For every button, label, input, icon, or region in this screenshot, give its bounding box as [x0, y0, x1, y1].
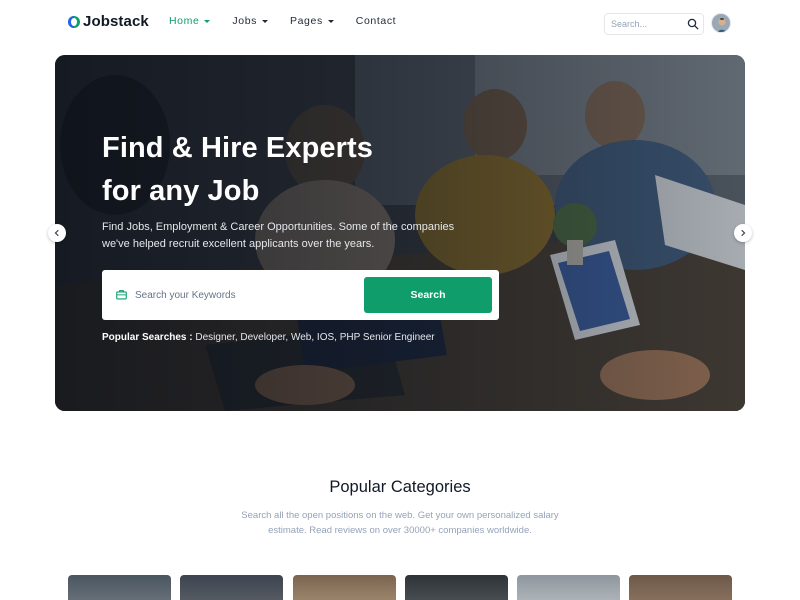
carousel-prev-button[interactable]	[48, 224, 66, 242]
avatar[interactable]	[711, 13, 731, 33]
logo-icon	[68, 15, 80, 28]
hero-title-line2: for any Job	[102, 175, 260, 207]
navbar: Jobstack Home Jobs Pages Contact	[0, 0, 800, 46]
chevron-right-icon	[741, 229, 746, 237]
nav-item-label: Contact	[355, 15, 397, 27]
hero-description: Find Jobs, Employment & Career Opportuni…	[102, 221, 455, 250]
hero-banner: Find & Hire Experts for any Job Find Job…	[55, 55, 745, 411]
search-icon[interactable]	[687, 18, 699, 30]
brand-logo[interactable]: Jobstack	[68, 13, 149, 30]
category-card[interactable]	[629, 575, 732, 600]
chevron-left-icon	[54, 229, 59, 237]
keyword-search-input[interactable]	[135, 284, 355, 306]
header-search	[604, 13, 704, 35]
category-card[interactable]	[405, 575, 508, 600]
chevron-down-icon	[327, 20, 334, 23]
popular-searches: Popular Searches : Designer, Developer, …	[102, 332, 435, 343]
brand-name: Jobstack	[83, 13, 149, 30]
main-nav: Home Jobs Pages Contact	[169, 15, 418, 27]
nav-item-label: Home	[169, 15, 200, 27]
chevron-down-icon	[204, 20, 211, 23]
popular-searches-terms[interactable]: Designer, Developer, Web, IOS, PHP Senio…	[195, 332, 434, 343]
popular-searches-label: Popular Searches :	[102, 332, 193, 343]
nav-item-contact[interactable]: Contact	[356, 15, 396, 27]
nav-item-label: Jobs	[232, 15, 258, 27]
category-card[interactable]	[68, 575, 171, 600]
hero-title: Find & Hire Experts for any Job	[102, 127, 432, 213]
category-card[interactable]	[180, 575, 283, 600]
nav-item-jobs[interactable]: Jobs	[232, 15, 269, 27]
nav-item-label: Pages	[290, 15, 323, 27]
categories-subtitle: Search all the open positions on the web…	[241, 510, 559, 536]
category-card[interactable]	[293, 575, 396, 600]
nav-item-pages[interactable]: Pages	[290, 15, 334, 27]
briefcase-icon	[116, 290, 127, 300]
category-cards	[68, 575, 732, 600]
chevron-down-icon	[262, 20, 269, 23]
nav-item-home[interactable]: Home	[169, 15, 211, 27]
carousel-next-button[interactable]	[734, 224, 752, 242]
header-search-input[interactable]	[605, 14, 683, 34]
hero-search-form: Search	[102, 270, 499, 320]
user-avatar-icon	[712, 14, 730, 32]
hero-title-line1: Find & Hire Experts	[102, 132, 374, 164]
categories-title: Popular Categories	[329, 478, 471, 496]
category-card[interactable]	[517, 575, 620, 600]
search-button[interactable]: Search	[364, 277, 492, 313]
